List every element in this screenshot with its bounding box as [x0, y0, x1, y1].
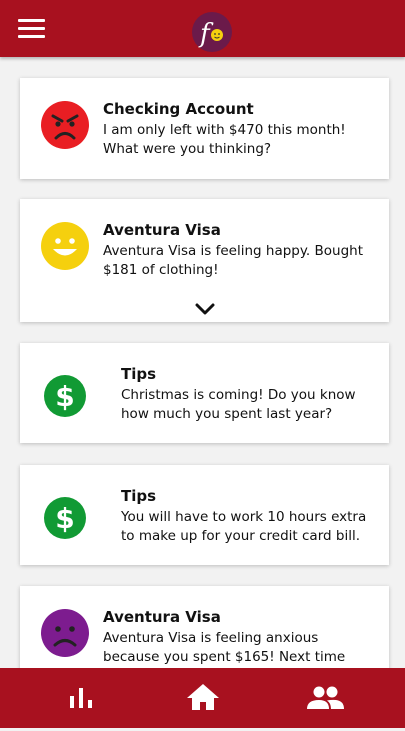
notification-card[interactable]: $ Tips Christmas is coming! Do you know … — [20, 343, 389, 443]
notification-card[interactable]: $ Tips You will have to work 10 hours ex… — [20, 465, 389, 565]
bottom-navigation — [0, 668, 405, 728]
notification-card[interactable]: Aventura Visa Aventura Visa is feeling a… — [20, 586, 389, 668]
angry-face-icon — [40, 100, 90, 150]
dollar-circle-icon: $ — [42, 373, 88, 419]
card-title: Aventura Visa — [103, 608, 221, 626]
people-icon[interactable] — [305, 682, 345, 714]
notification-card[interactable]: Aventura Visa Aventura Visa is feeling h… — [20, 199, 389, 322]
hamburger-menu-icon[interactable] — [18, 19, 45, 39]
svg-text:$: $ — [55, 380, 74, 413]
home-icon[interactable] — [183, 682, 223, 714]
app-logo[interactable]: f — [192, 12, 232, 52]
happy-face-icon — [40, 221, 90, 271]
card-message: Christmas is coming! Do you know how muc… — [121, 387, 356, 422]
notification-card[interactable]: Checking Account I am only left with $47… — [20, 78, 389, 179]
card-message: Aventura Visa is feeling anxious because… — [103, 630, 346, 665]
sad-face-icon — [40, 608, 90, 658]
dollar-circle-icon: $ — [42, 495, 88, 541]
notification-feed[interactable]: Checking Account I am only left with $47… — [0, 57, 405, 668]
card-title: Checking Account — [103, 100, 254, 118]
card-title: Aventura Visa — [103, 221, 221, 239]
top-app-bar: f — [0, 0, 405, 57]
card-message: You will have to work 10 hours extra to … — [121, 509, 367, 544]
card-message: Aventura Visa is feeling happy. Bought $… — [103, 243, 364, 278]
bar-chart-icon[interactable] — [61, 682, 101, 714]
card-title: Tips — [121, 365, 157, 383]
card-title: Tips — [121, 487, 157, 505]
chevron-down-icon[interactable] — [195, 301, 215, 315]
card-message: I am only left with $470 this month! Wha… — [103, 122, 346, 157]
svg-text:$: $ — [55, 502, 74, 535]
